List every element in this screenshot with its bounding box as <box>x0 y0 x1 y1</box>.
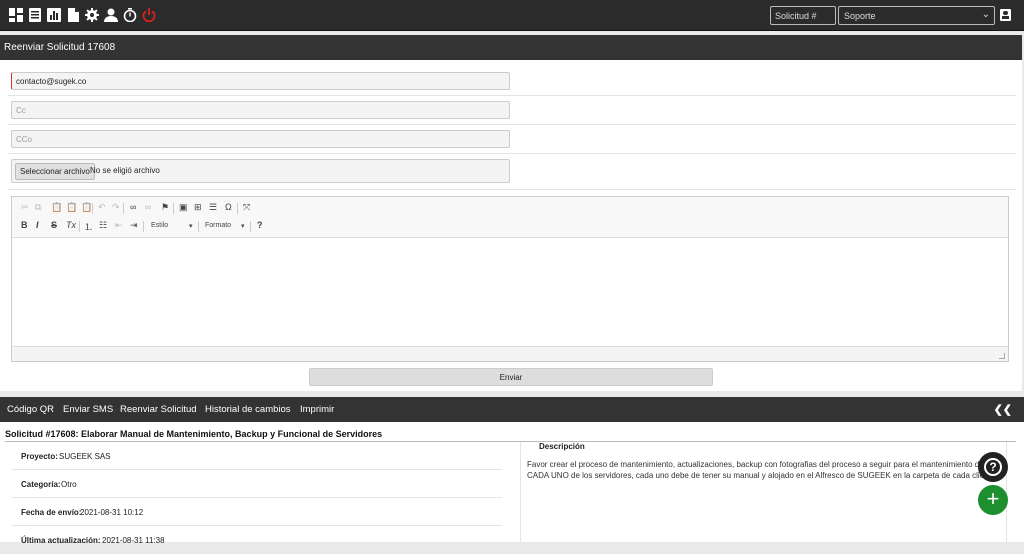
send-button[interactable]: Enviar <box>309 368 713 386</box>
description-text: Favor crear el proceso de mantenimiento,… <box>527 460 998 480</box>
chevron-down-icon: ⌄ <box>981 9 990 20</box>
toolbar-divider <box>92 203 93 214</box>
menu-item-qr-code[interactable]: Código QR <box>7 404 54 415</box>
power-icon[interactable] <box>141 7 156 22</box>
link-icon[interactable]: ∞ <box>130 202 136 212</box>
category-value: Otro <box>61 480 77 489</box>
menu-item-forward-request[interactable]: Reenviar Solicitud <box>120 404 197 415</box>
project-value: SUGEEK SAS <box>59 452 111 461</box>
project-select[interactable]: Soporte ⌄ <box>838 6 995 25</box>
help-button[interactable]: ? <box>257 220 263 230</box>
special-char-icon[interactable]: Ω <box>225 202 232 212</box>
account-icon[interactable] <box>1000 9 1011 21</box>
cc-field[interactable]: Cc <box>11 101 510 119</box>
collapse-icon[interactable]: ❮❮ <box>994 403 1012 416</box>
maximize-icon[interactable]: ⤧ <box>243 202 250 213</box>
editor-content-area[interactable] <box>12 238 1008 346</box>
bold-button[interactable]: B <box>21 220 28 230</box>
unlink-icon[interactable]: ∞ <box>145 202 151 212</box>
top-navbar: Solicitud # Soporte ⌄ <box>0 0 1024 31</box>
top-icon-group <box>8 7 156 22</box>
project-label: Proyecto: <box>21 452 58 461</box>
cut-icon[interactable]: ✂ <box>21 202 29 213</box>
request-detail-section: Código QR Enviar SMS Reenviar Solicitud … <box>0 397 1024 545</box>
file-status: No se eligió archivo <box>90 166 160 175</box>
info-row-sent-date: Fecha de envío: 2021-08-31 10:12 <box>12 498 502 526</box>
info-row-last-update: Última actualización: 2021-08-31 11:38 <box>12 526 502 554</box>
info-row-category: Categoría: Otro <box>12 470 502 498</box>
menu-item-send-sms[interactable]: Enviar SMS <box>63 404 113 415</box>
strike-button[interactable]: S <box>51 220 57 230</box>
to-email-field[interactable]: contacto@sugek.co <box>11 72 510 90</box>
request-title: Solicitud #17608: Elaborar Manual de Man… <box>5 429 383 439</box>
chevron-down-icon: ▾ <box>241 223 245 230</box>
add-fab-button[interactable]: + <box>978 485 1008 515</box>
chart-icon[interactable] <box>46 7 61 22</box>
sent-date-label: Fecha de envío: <box>21 508 82 517</box>
format-dropdown[interactable]: Formato <box>205 222 231 229</box>
category-label: Categoría: <box>21 480 61 489</box>
document-icon[interactable] <box>65 7 80 22</box>
gear-icon[interactable] <box>84 7 99 22</box>
image-icon[interactable]: ▣ <box>179 202 188 213</box>
choose-file-button[interactable]: Seleccionar archivo <box>15 163 95 180</box>
toolbar-divider <box>143 221 144 232</box>
horizontal-rule-icon[interactable]: ☰ <box>209 202 217 213</box>
remove-format-icon[interactable]: Tx <box>66 220 76 230</box>
file-input[interactable]: Seleccionar archivo No se eligió archivo <box>11 159 510 183</box>
cc-row: Cc <box>8 96 1016 125</box>
paste-word-icon[interactable]: 📋 <box>81 202 92 213</box>
menu-item-print[interactable]: Imprimir <box>300 404 334 415</box>
resize-handle-icon[interactable] <box>999 353 1005 359</box>
dashboard-icon[interactable] <box>8 7 23 22</box>
chevron-down-icon: ▾ <box>189 223 193 230</box>
panel-title: Reenviar Solicitud 17608 <box>0 35 1022 60</box>
request-action-menu: Código QR Enviar SMS Reenviar Solicitud … <box>0 397 1024 422</box>
description-panel: Descripción Favor crear el proceso de ma… <box>520 442 1007 542</box>
to-row: contacto@sugek.co <box>8 65 1016 96</box>
italic-button[interactable]: I <box>36 220 39 230</box>
toolbar-divider <box>250 221 251 232</box>
sent-date-value: 2021-08-31 10:12 <box>80 508 144 517</box>
help-fab-button[interactable]: ? <box>978 452 1008 482</box>
toolbar-divider <box>173 203 174 214</box>
anchor-flag-icon[interactable]: ⚑ <box>161 202 169 213</box>
last-update-label: Última actualización: <box>21 536 101 545</box>
last-update-value: 2021-08-31 11:38 <box>102 536 165 545</box>
user-icon[interactable] <box>103 7 118 22</box>
stopwatch-icon[interactable] <box>122 7 137 22</box>
rich-text-editor: ✂ ⧉ 📋 📋 📋 ↶ ↷ ∞ ∞ ⚑ ▣ ⊞ ☰ Ω ⤧ B I S Tx ⒈ <box>11 196 1009 362</box>
question-icon: ? <box>984 458 1002 476</box>
paste-text-icon[interactable]: 📋 <box>66 202 77 213</box>
toolbar-divider <box>237 203 238 214</box>
info-row-project: Proyecto: SUGEEK SAS <box>12 442 502 470</box>
attachment-row: Seleccionar archivo No se eligió archivo <box>8 154 1016 190</box>
editor-toolbar: ✂ ⧉ 📋 📋 📋 ↶ ↷ ∞ ∞ ⚑ ▣ ⊞ ☰ Ω ⤧ B I S Tx ⒈ <box>12 197 1008 238</box>
table-icon[interactable]: ⊞ <box>194 202 202 213</box>
editor-status-bar <box>12 346 1008 361</box>
toolbar-divider <box>198 221 199 232</box>
redo-icon[interactable]: ↷ <box>112 202 120 213</box>
toolbar-divider <box>123 203 124 214</box>
description-label: Descripción <box>539 442 585 451</box>
undo-icon[interactable]: ↶ <box>98 202 106 213</box>
cco-row: CCo <box>8 125 1016 154</box>
toolbar-divider <box>79 221 80 232</box>
copy-icon[interactable]: ⧉ <box>35 202 41 213</box>
cco-field[interactable]: CCo <box>11 130 510 148</box>
project-select-value: Soporte <box>844 11 876 21</box>
indent-icon[interactable]: ⇥ <box>130 220 138 231</box>
numbered-list-icon[interactable]: ⒈ <box>84 220 93 233</box>
paste-icon[interactable]: 📋 <box>51 202 62 213</box>
outdent-icon[interactable]: ⇤ <box>115 220 123 231</box>
request-number-input[interactable]: Solicitud # <box>770 6 836 25</box>
menu-item-change-history[interactable]: Historial de cambios <box>205 404 291 415</box>
list-icon[interactable] <box>27 7 42 22</box>
forward-request-panel: Reenviar Solicitud 17608 contacto@sugek.… <box>0 35 1022 391</box>
style-dropdown[interactable]: Estilo <box>151 222 168 229</box>
bullet-list-icon[interactable]: ☷ <box>99 220 107 231</box>
